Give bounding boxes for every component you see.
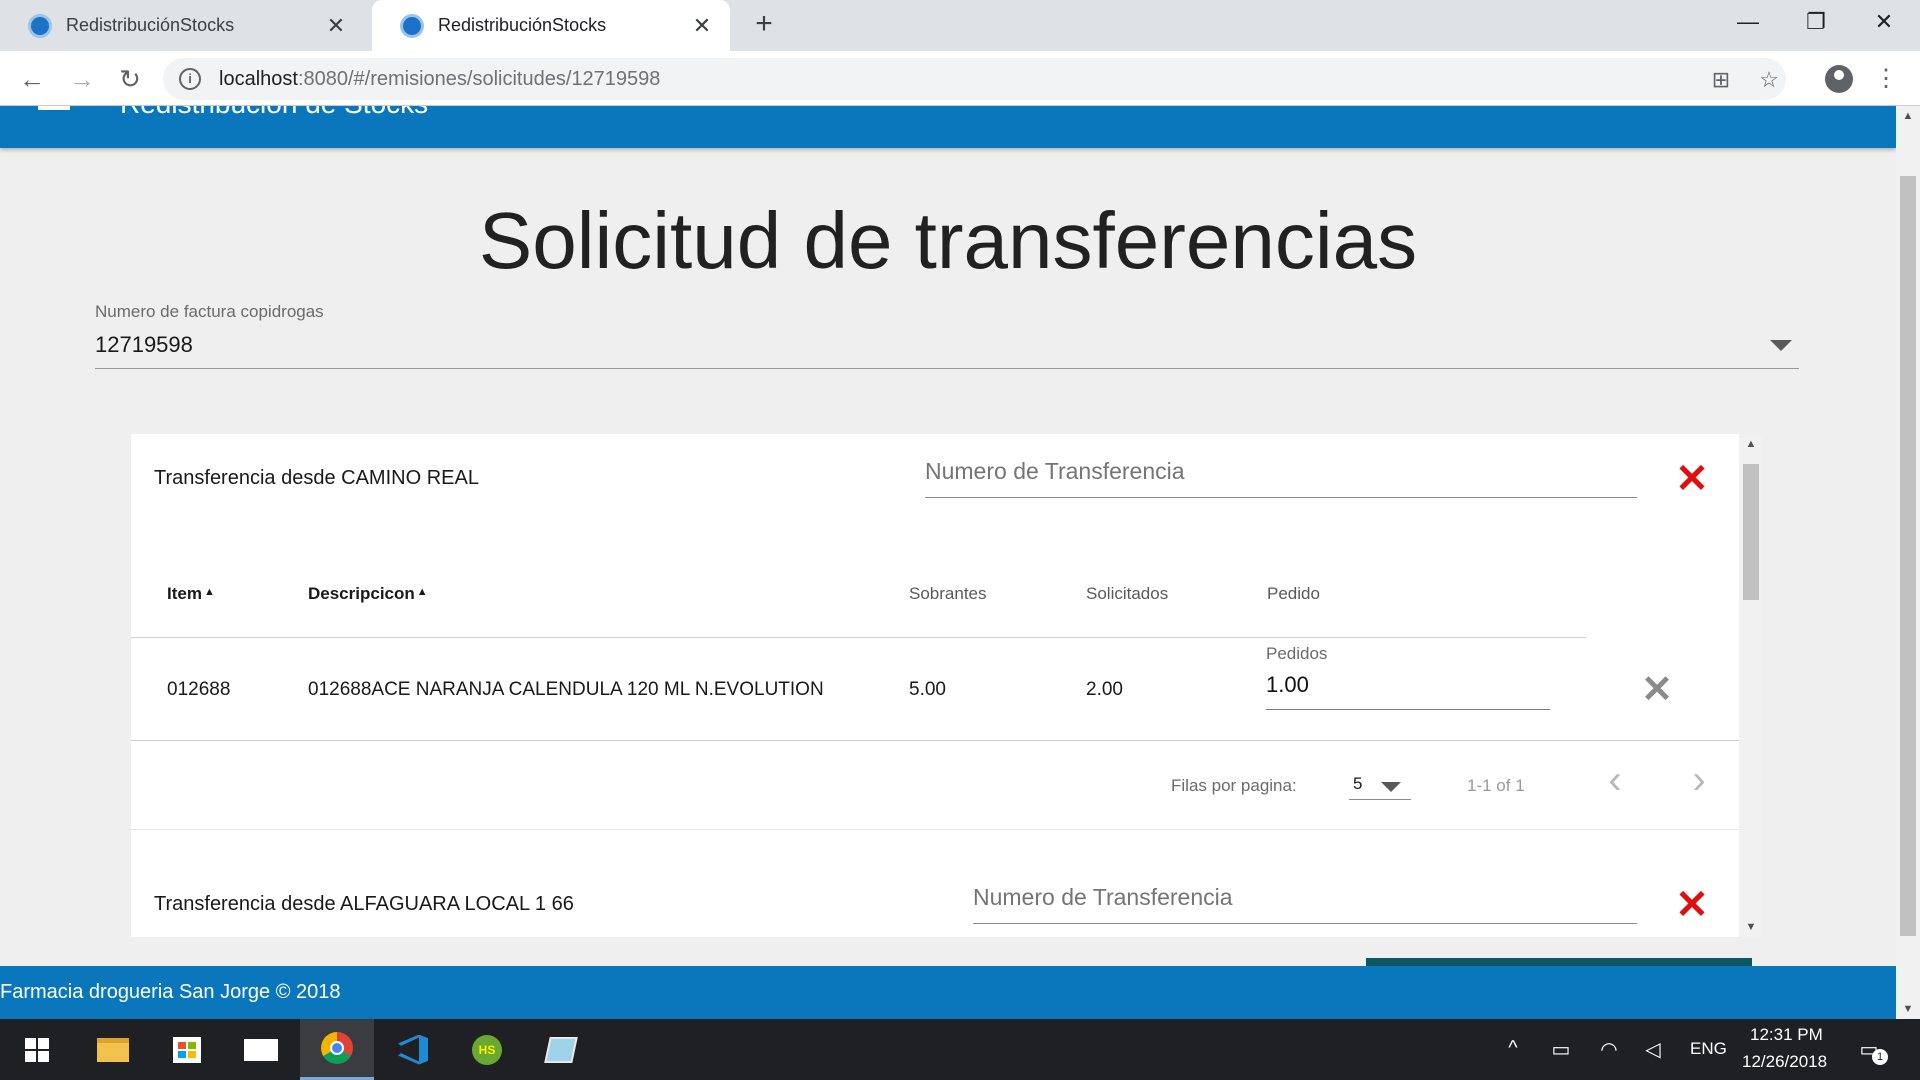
windows-start-icon[interactable] [0, 1019, 74, 1080]
transfers-panel: Transferencia desde CAMINO REAL Numero d… [131, 434, 1739, 937]
tab-title: RedistribuciónStocks [66, 15, 235, 35]
app-header: Redistribución de Stocks [0, 106, 1896, 148]
scroll-up-icon[interactable]: ▲ [1739, 438, 1763, 450]
notepad-app-icon[interactable] [524, 1019, 598, 1080]
next-page-icon[interactable]: › [1681, 760, 1717, 800]
prev-page-icon[interactable]: ‹ [1597, 760, 1633, 800]
app-title: Redistribución de Stocks [120, 106, 428, 120]
submit-button[interactable] [1366, 958, 1752, 966]
transfer-number-input[interactable]: Numero de Transferencia [973, 876, 1637, 924]
app-favicon-icon [28, 13, 52, 38]
notification-count: 1 [1872, 1049, 1888, 1065]
invoice-select[interactable]: 12719598 [95, 332, 193, 358]
footer-text: Farmacia drogueria San Jorge © 2018 [0, 981, 341, 1003]
address-bar[interactable]: i localhost :8080/#/remisiones/solicitud… [163, 58, 1786, 100]
transfer-separator [131, 829, 1739, 830]
new-tab-button[interactable]: + [748, 8, 780, 40]
minimize-button[interactable]: — [1716, 0, 1780, 44]
pedidos-label: Pedidos [1266, 644, 1328, 663]
bookmark-star-icon[interactable]: ☆ [1756, 67, 1782, 93]
show-hidden-icons-icon[interactable]: ^ [1500, 1037, 1526, 1060]
transfer-number-placeholder: Numero de Transferencia [973, 884, 1233, 910]
url-host: localhost [219, 67, 298, 90]
tab-close-icon[interactable]: ✕ [324, 13, 348, 39]
chrome-icon[interactable] [300, 1019, 374, 1080]
cell-descripcion: 012688ACE NARANJA CALENDULA 120 ML N.EVO… [308, 679, 824, 700]
remove-transfer-icon[interactable]: ✕ [1675, 459, 1709, 499]
app-favicon-icon [400, 13, 424, 38]
remove-row-icon[interactable]: ✕ [1641, 671, 1673, 709]
scroll-up-icon[interactable]: ▲ [1896, 110, 1920, 122]
clock-date[interactable]: 12/26/2018 [1742, 1052, 1827, 1072]
forward-arrow-icon[interactable]: → [62, 59, 102, 99]
browser-tab-2[interactable]: RedistribuciónStocks ✕ [372, 0, 730, 51]
rows-per-page-select[interactable]: 5 [1349, 768, 1411, 800]
app-footer: Farmacia drogueria San Jorge © 2018 [0, 966, 1896, 1019]
cell-item: 012688 [167, 679, 231, 700]
dropdown-arrow-icon[interactable] [1770, 340, 1792, 351]
panel-scrollbar-thumb[interactable] [1743, 464, 1759, 600]
clock-time[interactable]: 12:31 PM [1750, 1025, 1823, 1045]
notifications-icon[interactable]: ▭ 1 [1856, 1037, 1888, 1065]
file-explorer-icon[interactable] [76, 1019, 150, 1080]
column-header-sobrantes: Sobrantes [909, 584, 987, 603]
rows-per-page-value: 5 [1353, 774, 1363, 793]
vscode-icon[interactable] [376, 1019, 450, 1080]
window-close-button[interactable]: ✕ [1852, 0, 1916, 44]
row-divider [131, 740, 1739, 741]
invoice-select-underline [95, 368, 1799, 369]
column-header-solicitados: Solicitados [1086, 584, 1169, 603]
reload-icon[interactable]: ↻ [110, 59, 150, 99]
pagination-range: 1-1 of 1 [1467, 776, 1525, 795]
page-scrollbar-thumb[interactable] [1900, 176, 1916, 936]
invoice-select-label: Numero de factura copidrogas [95, 302, 324, 321]
store-icon[interactable] [150, 1019, 224, 1080]
restore-button[interactable]: ❐ [1784, 0, 1848, 44]
tab-close-icon[interactable]: ✕ [690, 13, 714, 39]
page-title: Solicitud de transferencias [478, 196, 1418, 285]
windows-taskbar: HS ^ ▭ ◠ ◁ ENG 12:31 PM 12/26/2018 ▭ 1 [0, 1019, 1920, 1080]
remove-transfer-icon[interactable]: ✕ [1675, 885, 1709, 925]
transfer-heading: Transferencia desde CAMINO REAL [154, 467, 479, 489]
column-header-descripcion[interactable]: Descripcicon ▲ [308, 584, 428, 604]
header-divider [131, 637, 1586, 638]
menu-kebab-icon[interactable]: ⋮ [1870, 63, 1902, 95]
translate-icon[interactable]: ⊞ [1708, 67, 1734, 93]
mail-icon[interactable] [224, 1019, 298, 1080]
sort-arrow-icon[interactable]: ▲ [204, 586, 215, 598]
tab-title: RedistribuciónStocks [438, 15, 607, 35]
wifi-icon[interactable]: ◠ [1596, 1037, 1622, 1062]
url-path: :8080/#/remisiones/solicitudes/12719598 [297, 67, 661, 90]
scroll-down-icon[interactable]: ▼ [1896, 1003, 1920, 1015]
pedidos-input[interactable]: 1.00 [1266, 670, 1550, 710]
volume-icon[interactable]: ◁ [1640, 1037, 1666, 1062]
cell-sobrantes: 5.00 [909, 679, 946, 700]
site-info-icon[interactable]: i [179, 68, 201, 90]
browser-tab-1[interactable]: RedistribuciónStocks ✕ [0, 0, 364, 51]
page-scrollbar[interactable]: ▲ ▼ [1896, 106, 1920, 1019]
back-arrow-icon[interactable]: ← [12, 59, 52, 99]
dropdown-arrow-icon[interactable] [1381, 782, 1401, 792]
column-header-item[interactable]: Item ▲ [167, 584, 215, 604]
cell-solicitados: 2.00 [1086, 679, 1123, 700]
transfer-number-input[interactable]: Numero de Transferencia [925, 450, 1637, 498]
browser-tab-bar: RedistribuciónStocks ✕ RedistribuciónSto… [0, 0, 1920, 51]
scroll-down-icon[interactable]: ▼ [1739, 921, 1763, 933]
column-header-pedido: Pedido [1267, 584, 1320, 603]
language-indicator[interactable]: ENG [1690, 1039, 1727, 1059]
browser-toolbar: ← → ↻ i localhost :8080/#/remisiones/sol… [0, 51, 1920, 106]
panel-scrollbar[interactable]: ▲ ▼ [1739, 434, 1763, 937]
sort-arrow-icon[interactable]: ▲ [417, 586, 428, 598]
hamburger-menu-icon[interactable] [38, 106, 70, 110]
battery-icon[interactable]: ▭ [1548, 1037, 1574, 1062]
hs-app-icon[interactable]: HS [450, 1019, 524, 1080]
profile-icon[interactable] [1825, 65, 1853, 93]
transfer-heading: Transferencia desde ALFAGUARA LOCAL 1 66 [154, 893, 574, 915]
transfer-number-placeholder: Numero de Transferencia [925, 458, 1185, 484]
rows-per-page-label: Filas por pagina: [1171, 776, 1297, 795]
